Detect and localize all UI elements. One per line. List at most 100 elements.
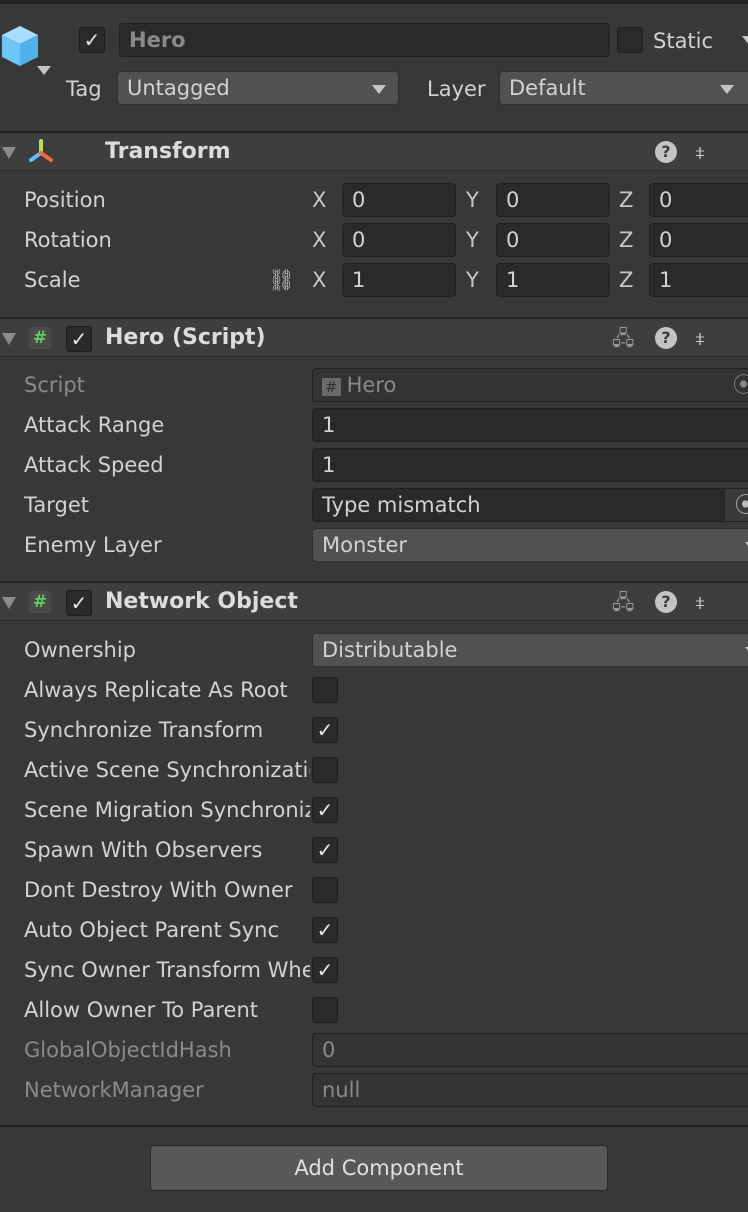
toggle-label: Dont Destroy With Owner (24, 878, 293, 902)
transform-rotation-label: Rotation (24, 228, 112, 252)
hero-script-enabled-checkbox[interactable]: ✓ (66, 326, 92, 352)
more-options-icon[interactable]: ⋮ (740, 141, 748, 163)
layer-dropdown[interactable]: Default (499, 71, 748, 105)
axis-x-label: X (312, 268, 327, 292)
enemy-layer-dropdown[interactable]: Monster (312, 528, 748, 562)
toggle-checkbox[interactable] (312, 877, 338, 903)
top-border (0, 0, 748, 4)
help-icon[interactable]: ? (655, 141, 677, 163)
network-object-header[interactable]: # ✓ Network Object 🖧 ? ⧧ ⋮ (0, 581, 748, 621)
transform-position-z-input[interactable]: 0 (649, 183, 748, 217)
target-value: Type mismatch (322, 493, 481, 517)
object-picker-icon[interactable]: ⦿ (725, 489, 748, 521)
constrain-proportions-link-icon[interactable]: ⛓ (268, 265, 295, 295)
transform-scale-x-input[interactable]: 1 (342, 263, 456, 297)
transform-position-y-input[interactable]: 0 (496, 183, 610, 217)
ownership-value: Distributable (322, 638, 458, 662)
attack-speed-input[interactable]: 1 (312, 448, 748, 482)
toggle-checkbox[interactable]: ✓ (312, 957, 338, 983)
script-file-icon: # (322, 378, 341, 396)
toggle-label: Sync Owner Transform When Parented (24, 958, 310, 982)
script-value: Hero (346, 373, 397, 397)
enemy-layer-value: Monster (322, 533, 408, 557)
axis-z-label: Z (619, 188, 634, 212)
foldout-arrow-icon[interactable] (2, 597, 16, 609)
more-options-icon[interactable]: ⋮ (740, 591, 748, 613)
ownership-dropdown[interactable]: Distributable (312, 633, 748, 667)
toggle-label: Always Replicate As Root (24, 678, 288, 702)
toggle-checkbox[interactable]: ✓ (312, 917, 338, 943)
attack-range-label: Attack Range (24, 413, 165, 437)
tag-dropdown[interactable]: Untagged (117, 71, 399, 105)
transform-scale-z-input[interactable]: 1 (649, 263, 748, 297)
active-checkbox[interactable]: ✓ (79, 27, 105, 53)
toggle-checkbox[interactable] (312, 997, 338, 1023)
transform-header[interactable]: Transform ? ⧧ ⋮ (0, 131, 748, 171)
layer-value: Default (509, 76, 586, 100)
toggle-checkbox[interactable]: ✓ (312, 797, 338, 823)
presets-sliders-icon[interactable]: ⧧ (695, 591, 705, 613)
help-icon[interactable]: ? (655, 591, 677, 613)
transform-icon (29, 139, 53, 162)
attack-speed-label: Attack Speed (24, 453, 164, 477)
toggle-label: Synchronize Transform (24, 718, 264, 742)
layer-label: Layer (427, 77, 486, 101)
network-object-title: Network Object (105, 589, 298, 614)
toggle-checkbox[interactable]: ✓ (312, 837, 338, 863)
toggle-checkbox[interactable] (312, 757, 338, 783)
object-picker-icon[interactable]: ⦿ (733, 369, 748, 401)
hero-script-header[interactable]: # ✓ Hero (Script) 🖧 ? ⧧ ⋮ (0, 317, 748, 357)
toggle-checkbox[interactable]: ✓ (312, 717, 338, 743)
axis-z-label: Z (619, 268, 634, 292)
network-manager-label: NetworkManager (24, 1078, 204, 1102)
script-label: Script (24, 373, 85, 397)
target-label: Target (24, 493, 89, 517)
name-field[interactable]: Hero (119, 23, 610, 57)
axis-y-label: Y (466, 268, 479, 292)
axis-y-label: Y (466, 228, 479, 252)
network-multiplayer-icon[interactable]: 🖧 (612, 591, 634, 613)
presets-sliders-icon[interactable]: ⧧ (695, 327, 705, 349)
more-options-icon[interactable]: ⋮ (740, 327, 748, 349)
foldout-arrow-icon[interactable] (2, 333, 16, 345)
network-manager-field: null (312, 1073, 748, 1107)
transform-rotation-z-input[interactable]: 0 (649, 223, 748, 257)
toggle-checkbox[interactable] (312, 677, 338, 703)
axis-y-label: Y (466, 188, 479, 212)
toggle-label: Active Scene Synchronization (24, 758, 310, 782)
transform-rotation-y-input[interactable]: 0 (496, 223, 610, 257)
hero-script-title: Hero (Script) (105, 325, 266, 350)
tag-label: Tag (66, 77, 102, 101)
transform-rotation-x-input[interactable]: 0 (342, 223, 456, 257)
global-object-id-hash-label: GlobalObjectIdHash (24, 1038, 232, 1062)
chevron-down-icon (372, 85, 386, 94)
network-multiplayer-icon[interactable]: 🖧 (612, 327, 634, 349)
toggle-label: Auto Object Parent Sync (24, 918, 280, 942)
attack-range-input[interactable]: 1 (312, 408, 748, 442)
add-component-button[interactable]: Add Component (150, 1145, 608, 1191)
enemy-layer-label: Enemy Layer (24, 533, 162, 557)
axis-z-label: Z (619, 228, 634, 252)
toggle-label: Allow Owner To Parent (24, 998, 258, 1022)
target-field[interactable]: Type mismatch ⦿ (312, 488, 748, 522)
divider (0, 1125, 748, 1127)
network-object-enabled-checkbox[interactable]: ✓ (66, 590, 92, 616)
foldout-arrow-icon[interactable] (2, 147, 16, 159)
transform-scale-label: Scale (24, 268, 81, 292)
transform-position-label: Position (24, 188, 106, 212)
help-icon[interactable]: ? (655, 327, 677, 349)
axis-x-label: X (312, 188, 327, 212)
chevron-down-icon (720, 85, 734, 94)
icon-dropdown-arrow-icon[interactable] (37, 66, 51, 75)
transform-scale-y-input[interactable]: 1 (496, 263, 610, 297)
transform-position-x-input[interactable]: 0 (342, 183, 456, 217)
axis-x-label: X (312, 228, 327, 252)
script-hash-icon: # (29, 327, 51, 349)
presets-sliders-icon[interactable]: ⧧ (695, 141, 705, 163)
toggle-label: Scene Migration Synchronization (24, 798, 310, 822)
static-checkbox[interactable] (617, 27, 643, 53)
global-object-id-hash-field: 0 (312, 1033, 748, 1067)
static-dropdown-icon[interactable] (742, 36, 748, 45)
transform-title: Transform (105, 139, 231, 164)
script-field: # Hero ⦿ (312, 368, 748, 402)
